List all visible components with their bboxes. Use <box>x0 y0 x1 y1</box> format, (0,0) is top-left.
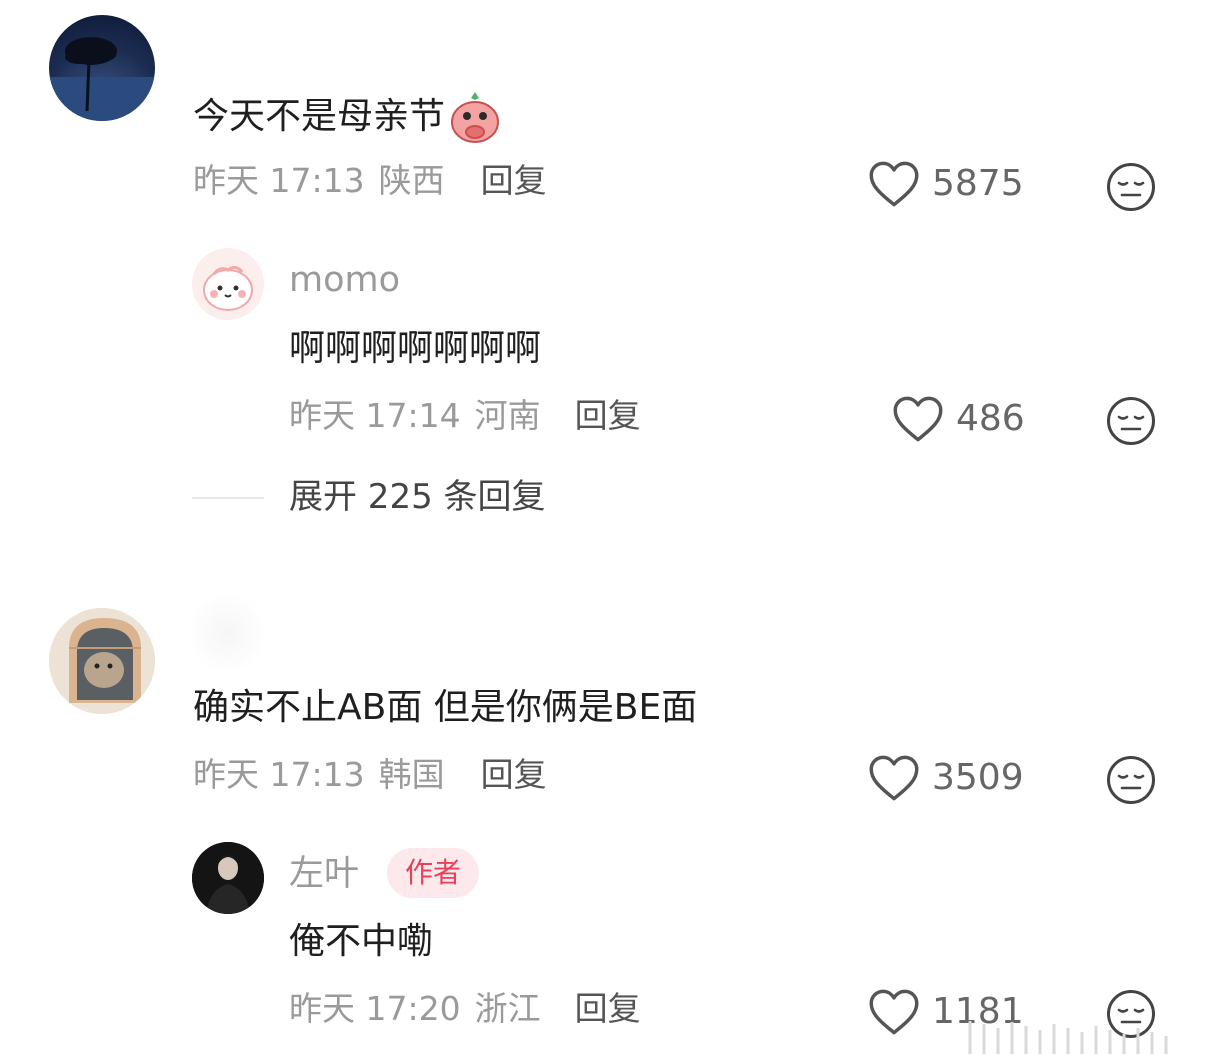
faded-avatar-placeholder <box>188 594 266 672</box>
cute-character-icon <box>192 248 264 320</box>
comment-location: 韩国 <box>378 755 445 794</box>
reply-button[interactable]: 回复 <box>481 161 547 201</box>
meh-face-icon <box>1107 397 1155 445</box>
like-count: 5875 <box>932 163 1024 204</box>
reply-time: 昨天 17:14 <box>289 396 461 435</box>
reply-username[interactable]: 左叶 <box>289 853 359 895</box>
comment-time: 昨天 17:13 <box>193 755 365 794</box>
expand-replies-button[interactable]: 展开 225 条回复 <box>289 477 546 518</box>
like-count: 486 <box>956 398 1025 439</box>
pet-carrier-photo-icon <box>49 608 155 714</box>
expand-divider <box>192 497 264 499</box>
author-badge: 作者 <box>387 848 480 898</box>
dislike-button[interactable] <box>1105 395 1157 451</box>
reply-location: 浙江 <box>474 989 541 1028</box>
reply-text: 啊啊啊啊啊啊啊 <box>289 328 542 369</box>
reply-avatar[interactable] <box>192 842 264 914</box>
blush-emoji-icon <box>451 92 500 143</box>
comment-location: 陕西 <box>378 161 445 200</box>
reply-time: 昨天 17:20 <box>289 989 461 1028</box>
reply-meta: 昨天 17:20 浙江 回复 <box>289 989 641 1029</box>
heart-icon <box>869 161 919 207</box>
heart-icon <box>869 755 919 801</box>
comment-meta: 昨天 17:13 陕西 回复 <box>193 161 547 201</box>
reply-avatar[interactable] <box>192 248 264 320</box>
watermark-lines <box>968 1021 1168 1054</box>
reply-text: 俺不中嘞 <box>289 921 434 962</box>
like-count: 3509 <box>932 757 1024 798</box>
reply-button[interactable]: 回复 <box>575 396 641 436</box>
reply-button[interactable]: 回复 <box>481 755 547 795</box>
reply-username[interactable]: momo <box>289 259 400 301</box>
reply-location: 河南 <box>474 396 541 435</box>
like-button[interactable]: 3509 <box>868 754 1024 802</box>
dislike-button[interactable] <box>1105 754 1157 810</box>
like-button[interactable]: 486 <box>892 395 1025 443</box>
commenter-avatar[interactable] <box>49 15 155 121</box>
comment-time: 昨天 17:13 <box>193 161 365 200</box>
tree-silhouette-icon <box>49 37 155 121</box>
comment-meta: 昨天 17:13 韩国 回复 <box>193 755 547 795</box>
comment-text: 确实不止AB面 但是你俩是BE面 <box>193 687 698 728</box>
reply-button[interactable]: 回复 <box>575 989 641 1029</box>
heart-icon <box>869 989 919 1035</box>
like-button[interactable]: 5875 <box>868 160 1024 208</box>
comment-text: 今天不是母亲节 <box>193 96 446 138</box>
comment-text-row: 今天不是母亲节 <box>193 90 501 144</box>
heart-icon <box>893 396 943 442</box>
commenter-avatar[interactable] <box>49 608 155 714</box>
meh-face-icon <box>1107 163 1155 211</box>
person-photo-icon <box>192 842 264 914</box>
dislike-button[interactable] <box>1105 161 1157 217</box>
meh-face-icon <box>1107 756 1155 804</box>
reply-meta: 昨天 17:14 河南 回复 <box>289 396 641 436</box>
